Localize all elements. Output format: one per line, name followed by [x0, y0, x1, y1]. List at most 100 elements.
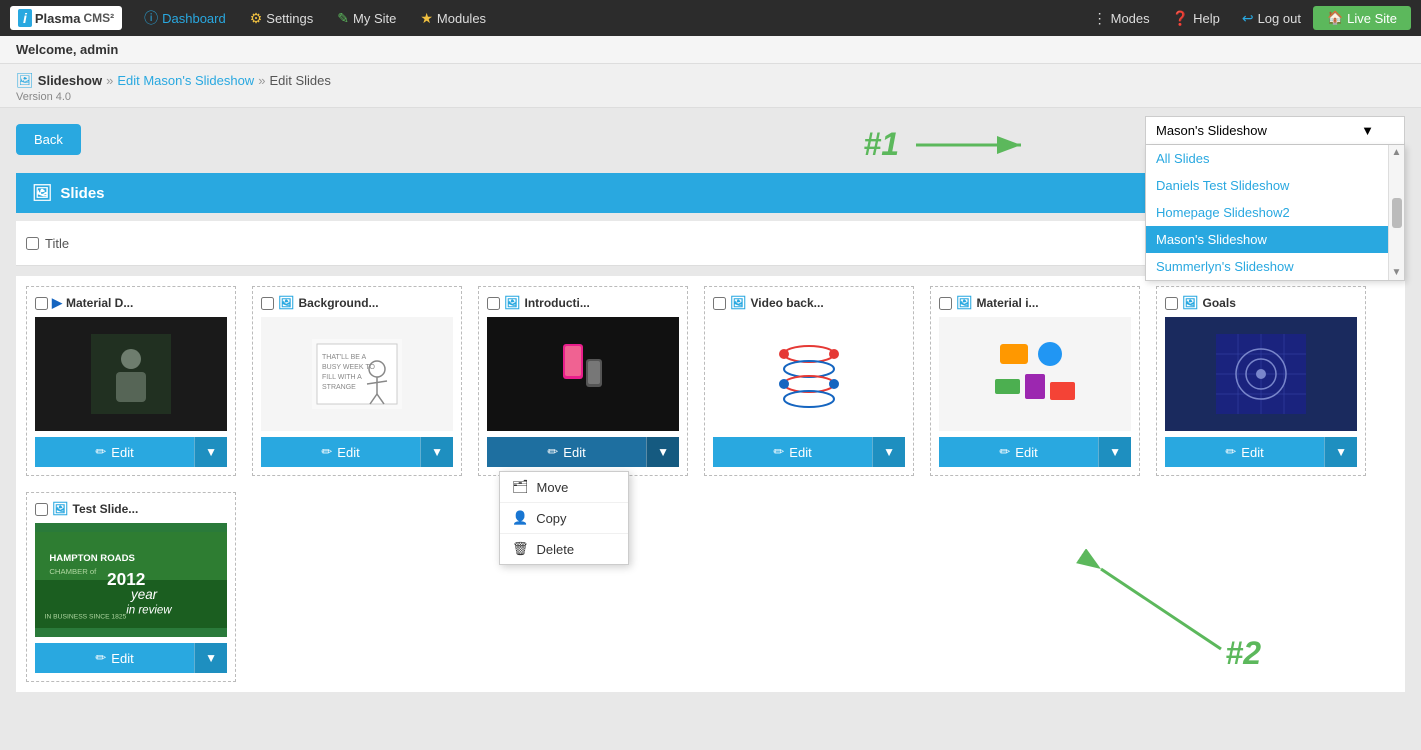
edit-btn-row-2: ✏ Edit ▼	[261, 437, 453, 467]
back-button[interactable]: Back	[16, 124, 81, 155]
svg-text:BUSY WEEK TO: BUSY WEEK TO	[322, 364, 375, 371]
edit-dropdown-button-3[interactable]: ▼	[646, 437, 679, 467]
edit-btn-row-3: ✏ Edit ▼	[487, 437, 679, 467]
test-slide-thumbnail: HAMPTON ROADS CHAMBER of 2012 year in re…	[35, 523, 227, 637]
edit-dropdown-button-2[interactable]: ▼	[420, 437, 453, 467]
slide-checkbox-4[interactable]	[713, 297, 726, 310]
edit-btn-row-5: ✏ Edit ▼	[939, 437, 1131, 467]
slide-title-6: Goals	[1203, 296, 1236, 310]
slide-thumb-4	[713, 317, 905, 431]
modes-button[interactable]: ⋮ Modes	[1083, 6, 1160, 31]
slide-card-header-4: 🖼 Video back...	[713, 295, 905, 311]
slide-checkbox-3[interactable]	[487, 297, 500, 310]
edit-dropdown-button-5[interactable]: ▼	[1098, 437, 1131, 467]
pencil-icon-3: ✏	[547, 444, 558, 460]
home-icon: 🏠	[1327, 10, 1343, 26]
edit-btn-row-6: ✏ Edit ▼	[1165, 437, 1357, 467]
slide-title-3: Introducti...	[525, 296, 590, 310]
nav-left: i Plasma CMS² ⓘ Dashboard ⚙ Settings ✎ M…	[10, 4, 496, 32]
slideshow-dropdown-button[interactable]: Mason's Slideshow ▼	[1145, 116, 1405, 145]
breadcrumb-step1[interactable]: Edit Mason's Slideshow	[117, 73, 254, 88]
pencil-icon-4: ✏	[773, 444, 784, 460]
slideshow-dropdown-menu: All Slides Daniels Test Slideshow Homepa…	[1145, 145, 1405, 281]
slide-thumb-2: THAT'LL BE A BUSY WEEK TO FILL WITH A ST…	[261, 317, 453, 431]
edit-button-6[interactable]: ✏ Edit	[1165, 437, 1324, 467]
slide-title-4: Video back...	[751, 296, 824, 310]
scroll-down-arrow[interactable]: ▼	[1392, 267, 1402, 278]
selected-slideshow-label: Mason's Slideshow	[1156, 123, 1267, 138]
dropdown-item-all-slides[interactable]: All Slides	[1146, 145, 1388, 172]
edit-button-7[interactable]: ✏ Edit	[35, 643, 194, 673]
edit-button-3[interactable]: ✏ Edit	[487, 437, 646, 467]
edit-dropdown-button-1[interactable]: ▼	[194, 437, 227, 467]
edit-button-1[interactable]: ✏ Edit	[35, 437, 194, 467]
page-area: #1 Mason's Slideshow ▼ All Slides Daniel…	[0, 108, 1421, 702]
dashboard-button[interactable]: ⓘ Dashboard	[134, 4, 236, 32]
introducti-thumbnail	[548, 334, 618, 414]
pencil-icon-6: ✏	[1225, 444, 1236, 460]
edit-button-4[interactable]: ✏ Edit	[713, 437, 872, 467]
slide-thumb-6	[1165, 317, 1357, 431]
modules-button[interactable]: ★ Modules	[410, 6, 496, 31]
svg-text:HAMPTON ROADS: HAMPTON ROADS	[49, 553, 135, 564]
scrollbar-track[interactable]: ▲ ▼	[1388, 145, 1404, 280]
select-all-checkbox[interactable]	[26, 237, 39, 250]
edit-button-5[interactable]: ✏ Edit	[939, 437, 1098, 467]
dashboard-icon: ⓘ	[144, 8, 158, 28]
svg-text:2012: 2012	[107, 569, 145, 589]
background-thumbnail: THAT'LL BE A BUSY WEEK TO FILL WITH A ST…	[312, 339, 402, 409]
svg-text:in review: in review	[126, 605, 172, 617]
dropdown-item-summerlyn[interactable]: Summerlyn's Slideshow	[1146, 253, 1388, 280]
svg-text:FILL WITH A: FILL WITH A	[322, 374, 362, 381]
dropdown-item-daniels[interactable]: Daniels Test Slideshow	[1146, 172, 1388, 199]
edit-button-2[interactable]: ✏ Edit	[261, 437, 420, 467]
dropdown-list: All Slides Daniels Test Slideshow Homepa…	[1146, 145, 1388, 280]
edit-dropdown-button-6[interactable]: ▼	[1324, 437, 1357, 467]
dropdown-item-masons[interactable]: Mason's Slideshow	[1146, 226, 1388, 253]
brand-i: i	[18, 9, 32, 27]
context-menu-item-copy[interactable]: 👤 Copy	[500, 503, 628, 534]
settings-button[interactable]: ⚙ Settings	[240, 6, 324, 31]
dropdown-item-homepage[interactable]: Homepage Slideshow2	[1146, 199, 1388, 226]
slide-card-header-5: 🖼 Material i...	[939, 295, 1131, 311]
slideshow-selector: Mason's Slideshow ▼ All Slides Daniels T…	[1145, 116, 1405, 145]
live-site-button[interactable]: 🏠 Live Site	[1313, 6, 1411, 30]
edit-btn-row-1: ✏ Edit ▼	[35, 437, 227, 467]
scroll-up-arrow[interactable]: ▲	[1392, 147, 1402, 158]
logout-button[interactable]: ↩ Log out	[1232, 6, 1311, 31]
mysite-button[interactable]: ✎ My Site	[327, 6, 406, 31]
context-menu-item-delete[interactable]: 🗑 Delete	[500, 534, 628, 564]
slide-checkbox-5[interactable]	[939, 297, 952, 310]
pencil-icon-2: ✏	[321, 444, 332, 460]
slide-card-header-7: 🖼 Test Slide...	[35, 501, 227, 517]
breadcrumb-sep-2: »	[258, 73, 265, 88]
slides-header-label: Slides	[60, 185, 104, 202]
image-type-icon-6: 🖼	[1182, 295, 1199, 311]
slide-card-material-i: 🖼 Material i... ✏ Edit	[930, 286, 1140, 476]
pencil-icon-7: ✏	[95, 650, 106, 666]
slide-checkbox-1[interactable]	[35, 297, 48, 310]
copy-icon: 👤	[512, 510, 528, 526]
breadcrumb-bar: 🖼 Slideshow » Edit Mason's Slideshow » E…	[0, 64, 1421, 108]
slide-checkbox-6[interactable]	[1165, 297, 1178, 310]
slide-thumb-5	[939, 317, 1131, 431]
slide-card-header-6: 🖼 Goals	[1165, 295, 1357, 311]
slide-title-2: Background...	[299, 296, 379, 310]
top-navigation: i Plasma CMS² ⓘ Dashboard ⚙ Settings ✎ M…	[0, 0, 1421, 36]
logout-icon: ↩	[1242, 10, 1254, 27]
edit-dropdown-button-4[interactable]: ▼	[872, 437, 905, 467]
context-menu-item-move[interactable]: 🗂 Move	[500, 472, 628, 503]
edit-btn-row-4: ✏ Edit ▼	[713, 437, 905, 467]
svg-text:year: year	[130, 587, 158, 602]
mysite-icon: ✎	[337, 10, 349, 27]
version-text: Version 4.0	[16, 91, 1405, 103]
help-button[interactable]: ❓ Help	[1162, 6, 1230, 31]
welcome-bar: Welcome, admin	[0, 36, 1421, 64]
slide-checkbox-7[interactable]	[35, 503, 48, 516]
breadcrumb-root: Slideshow	[38, 73, 102, 88]
help-icon: ❓	[1172, 10, 1189, 27]
edit-dropdown-button-7[interactable]: ▼	[194, 643, 227, 673]
slide-card-video-back: 🖼 Video back...	[704, 286, 914, 476]
image-type-icon-4: 🖼	[730, 295, 747, 311]
slide-checkbox-2[interactable]	[261, 297, 274, 310]
